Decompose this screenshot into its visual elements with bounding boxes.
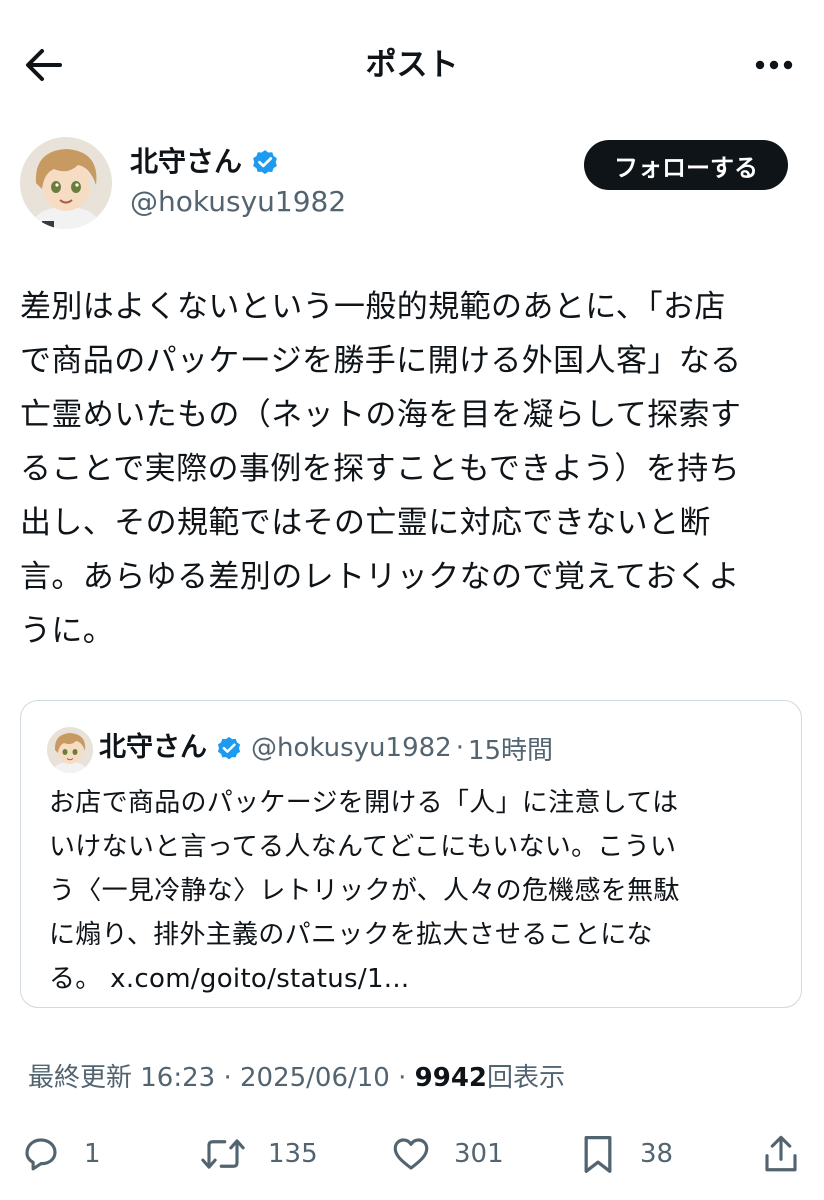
post-meta: 最終更新 16:23 · 2025/06/10 · 9942回表示: [28, 1058, 565, 1098]
bookmark-icon: [578, 1132, 618, 1176]
quoted-post[interactable]: 北守さん @hokusyu1982 · 15時間 お店で商品のパッケージを開ける…: [20, 700, 802, 1008]
top-bar: ポスト: [0, 0, 824, 130]
quote-author-name: 北守さん: [99, 732, 207, 763]
quote-timestamp: 15時間: [467, 735, 554, 766]
page-title: ポスト: [365, 47, 459, 83]
reply-button[interactable]: 1: [20, 1130, 101, 1178]
verified-badge-icon: [250, 147, 280, 177]
repost-count: 135: [268, 1139, 318, 1169]
post-author: 北守さん @hokusyu1982 フォローする: [0, 130, 824, 230]
avatar[interactable]: [20, 137, 112, 229]
quote-text: お店で商品のパッケージを開ける「人」に注意しては いけないと言ってる人なんてどこ…: [49, 788, 680, 994]
reply-icon: [20, 1133, 62, 1175]
post-text: 差別はよくないという一般的規範のあとに、「お店 で商品のパッケージを勝手に開ける…: [20, 289, 742, 649]
bookmark-button[interactable]: 38: [578, 1130, 673, 1178]
more-button[interactable]: [746, 40, 802, 90]
quote-header: 北守さん @hokusyu1982 · 15時間: [99, 728, 553, 768]
verified-badge-icon: [215, 734, 243, 762]
heart-icon: [390, 1133, 432, 1175]
share-icon: [760, 1132, 802, 1176]
quote-author-handle: @hokusyu1982: [251, 733, 452, 763]
views-count[interactable]: 9942: [415, 1063, 487, 1093]
repost-button[interactable]: 135: [200, 1130, 318, 1178]
like-button[interactable]: 301: [390, 1130, 504, 1178]
more-horizontal-icon: [754, 59, 794, 71]
author-handle[interactable]: @hokusyu1982: [130, 182, 346, 222]
action-bar: 1 135 301 38: [0, 1124, 824, 1184]
repost-icon: [200, 1133, 246, 1175]
like-count: 301: [454, 1139, 504, 1169]
share-button[interactable]: [760, 1130, 802, 1178]
author-name-row: 北守さん: [130, 142, 280, 182]
quote-avatar: [47, 727, 93, 773]
separator-dot: ·: [455, 733, 464, 763]
reply-count: 1: [84, 1139, 101, 1169]
author-name[interactable]: 北守さん: [130, 142, 242, 182]
views-label: 回表示: [487, 1063, 566, 1093]
updated-timestamp: 最終更新 16:23 · 2025/06/10 ·: [28, 1063, 415, 1093]
follow-button[interactable]: フォローする: [584, 140, 788, 190]
bookmark-count: 38: [640, 1139, 674, 1169]
